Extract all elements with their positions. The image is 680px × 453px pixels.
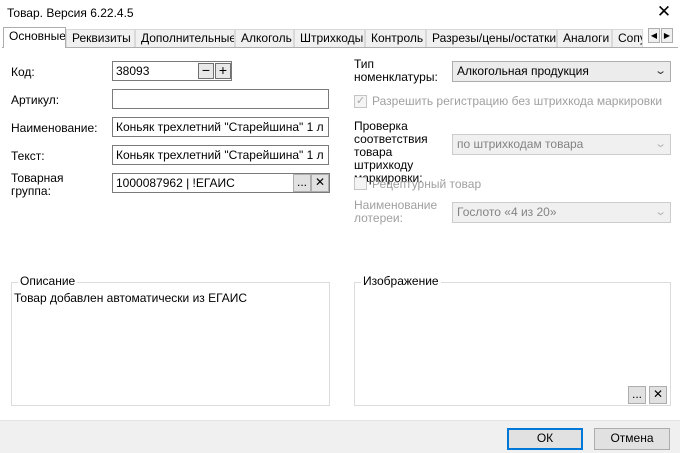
tab-kontrol[interactable]: Контроль — [365, 29, 426, 47]
code-decrement-button[interactable]: − — [198, 63, 214, 79]
tab-scroll-left-icon[interactable]: ◀ — [648, 28, 660, 43]
image-browse-button[interactable]: ... — [628, 386, 646, 404]
tab-rekvizity[interactable]: Реквизиты — [66, 29, 135, 47]
image-clear-icon[interactable]: ✕ — [649, 386, 667, 404]
name-label: Наименование: — [11, 121, 98, 135]
name-input[interactable]: Коньяк трехлетний "Старейшина" 1 л — [112, 117, 329, 137]
chevron-down-icon: ⌄ — [653, 206, 667, 218]
nomenclature-type-label: Тип номенклатуры: — [354, 57, 438, 84]
group-browse-button[interactable]: ... — [293, 174, 311, 192]
lottery-name-label: Наименование лотереи: — [354, 198, 438, 225]
chevron-down-icon: ⌄ — [653, 65, 667, 77]
code-input[interactable]: 38093 — [112, 61, 232, 81]
description-legend: Описание — [18, 274, 78, 288]
group-clear-icon[interactable]: ✕ — [311, 174, 329, 192]
code-label: Код: — [11, 65, 35, 79]
tab-analogi[interactable]: Аналоги — [557, 29, 612, 47]
description-text[interactable]: Товар добавлен автоматически из ЕГАИС — [14, 292, 247, 305]
tab-osnovnye[interactable]: Основные — [3, 27, 66, 48]
ok-button[interactable]: ОК — [507, 428, 583, 450]
tab-dopolnitelnye[interactable]: Дополнительные — [135, 29, 235, 47]
text-input[interactable]: Коньяк трехлетний "Старейшина" 1 л — [112, 145, 329, 165]
marking-check-value: по штрихкодам товара — [457, 137, 584, 151]
code-increment-button[interactable]: + — [215, 63, 231, 79]
lottery-name-select[interactable]: Гослото «4 из 20» ⌄ — [452, 202, 671, 223]
allow-registration-checkbox[interactable]: ✓ — [354, 95, 367, 108]
image-box[interactable] — [354, 282, 671, 406]
allow-registration-label: Разрешить регистрацию без штрихкода марк… — [372, 94, 663, 108]
chevron-down-icon: ⌄ — [653, 138, 667, 150]
recipe-label: Рецептурный товар — [372, 177, 482, 191]
image-legend: Изображение — [361, 274, 441, 288]
recipe-checkbox[interactable] — [354, 177, 367, 190]
product-group-label: Товарная группа: — [11, 171, 64, 198]
close-icon[interactable]: ✕ — [648, 0, 680, 26]
nomenclature-type-value: Алкогольная продукция — [457, 64, 589, 78]
nomenclature-type-select[interactable]: Алкогольная продукция ⌄ — [452, 61, 671, 82]
cancel-button[interactable]: Отмена — [594, 428, 670, 450]
text-label: Текст: — [11, 149, 45, 163]
tab-scroll-right-icon[interactable]: ▶ — [661, 28, 673, 43]
tab-strip: Основные Реквизиты Дополнительные Алкого… — [3, 27, 643, 48]
marking-check-label: Проверка соответствия товара штрихкоду м… — [354, 119, 428, 185]
article-input[interactable] — [112, 89, 329, 109]
tab-shtrihkody[interactable]: Штрихкоды — [294, 29, 365, 47]
tab-alkogol[interactable]: Алкоголь — [235, 29, 294, 47]
tab-razrezy[interactable]: Разрезы/цены/остатки — [426, 29, 557, 47]
window-title: Товар. Версия 6.22.4.5 — [7, 6, 134, 20]
marking-check-select[interactable]: по штрихкодам товара ⌄ — [452, 134, 671, 155]
tab-soput[interactable]: Сопут — [612, 29, 643, 47]
lottery-name-value: Гослото «4 из 20» — [457, 205, 557, 219]
article-label: Артикул: — [11, 93, 60, 107]
